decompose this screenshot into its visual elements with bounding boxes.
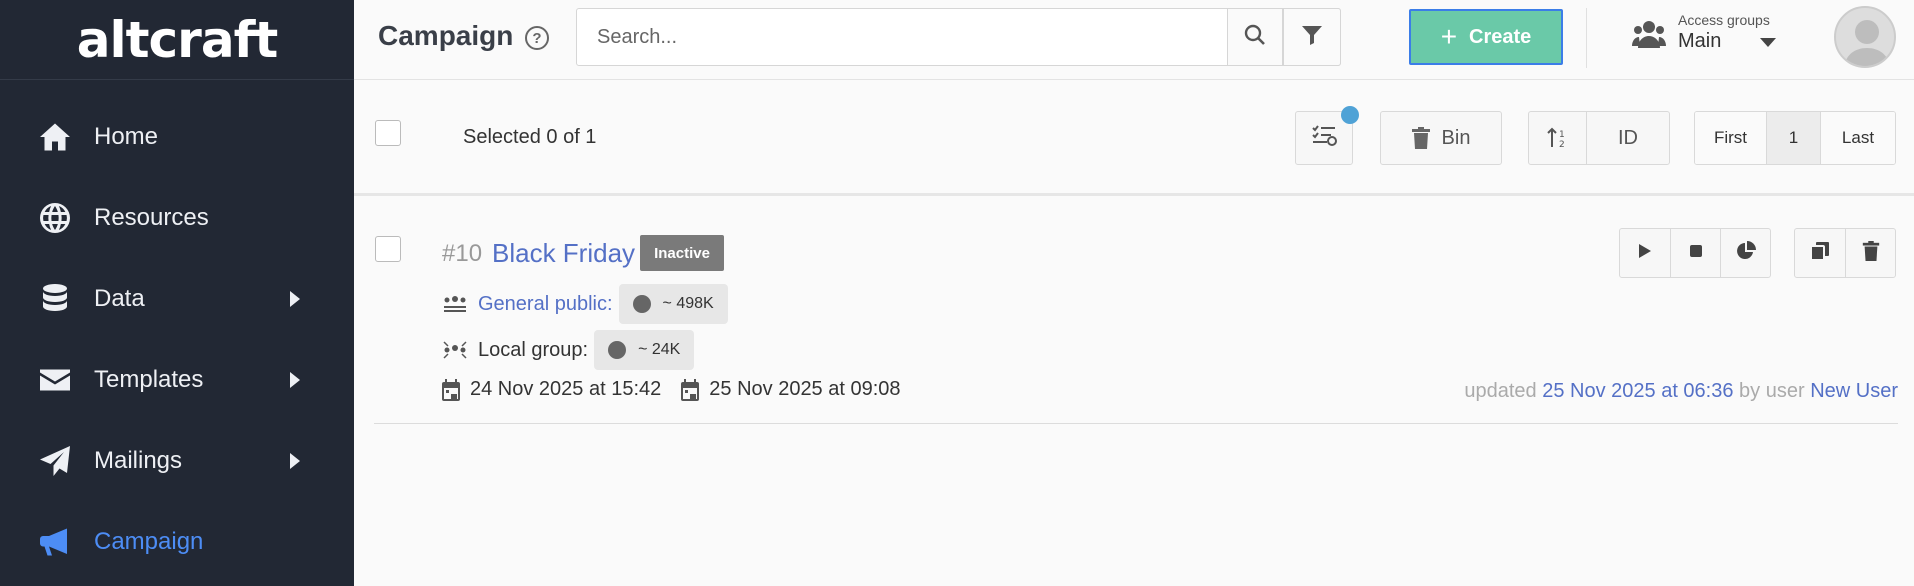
row-checkbox[interactable] (375, 236, 401, 262)
select-all-checkbox[interactable] (375, 120, 401, 146)
sort-control[interactable]: 12 ID (1528, 111, 1670, 165)
sidebar: altcraft Home Resources Data Templates M… (0, 0, 354, 586)
campaign-dates: 24 Nov 2025 at 15:42 25 Nov 2025 at 09:0… (442, 378, 901, 401)
top-header: Campaign ? + Create Access groups Main (354, 0, 1914, 80)
page-title: Campaign (378, 20, 514, 51)
sidebar-item-home[interactable]: Home (0, 96, 354, 177)
access-groups-select[interactable]: Access groups Main (1632, 10, 1782, 68)
pager-page-button[interactable]: 1 (1767, 112, 1821, 164)
pagination: First 1 Last (1694, 111, 1896, 165)
access-groups-caption: Access groups (1678, 12, 1770, 28)
sort-field-label: ID (1618, 126, 1638, 149)
row-actions (1794, 228, 1896, 278)
general-public-count: ~ 498K (618, 284, 728, 324)
filter-icon (1301, 24, 1323, 51)
pie-chart-icon (1736, 240, 1756, 266)
access-groups-value: Main (1678, 30, 1722, 52)
play-icon (1638, 243, 1652, 264)
pager-last-button[interactable]: Last (1821, 112, 1895, 164)
campaign-name-link[interactable]: Black Friday (492, 238, 635, 269)
audience-icon (442, 294, 470, 314)
envelope-icon (36, 361, 74, 399)
sidebar-item-label: Mailings (94, 446, 183, 474)
copy-icon (1810, 241, 1830, 266)
stop-button[interactable] (1670, 229, 1720, 277)
updated-by-text: by user (1739, 380, 1805, 402)
trash-icon (1411, 127, 1430, 149)
stop-icon (1689, 244, 1703, 263)
sidebar-item-label: Campaign (94, 527, 204, 555)
megaphone-icon (36, 523, 74, 561)
users-icon (1632, 20, 1666, 53)
sidebar-item-resources[interactable]: Resources (0, 177, 354, 258)
local-group-line: Local group: ~ 24K (442, 330, 695, 370)
search-button[interactable] (1227, 8, 1283, 66)
search-icon (1244, 24, 1266, 51)
calendar-start-icon (442, 378, 460, 401)
sidebar-item-templates[interactable]: Templates (0, 339, 354, 420)
trash-icon (1862, 240, 1880, 266)
local-count-value: ~ 24K (638, 341, 681, 358)
status-badge: Inactive (640, 235, 724, 271)
sidebar-item-label: Home (94, 122, 159, 150)
brand-logo[interactable]: altcraft (0, 0, 354, 80)
svg-text:2: 2 (1559, 140, 1565, 149)
paper-plane-icon (36, 442, 74, 480)
bin-label: Bin (1441, 126, 1471, 149)
globe-icon (36, 199, 74, 237)
campaign-row: #10 Black Friday Inactive General public… (374, 196, 1898, 424)
sidebar-nav: Home Resources Data Templates Mailings C… (0, 96, 354, 582)
create-label: Create (1469, 25, 1532, 48)
run-controls (1619, 228, 1771, 278)
database-icon (36, 280, 74, 318)
chevron-right-icon (290, 290, 300, 307)
home-icon (36, 118, 74, 156)
selected-count: Selected 0 of 1 (463, 126, 597, 148)
list-toolbar: Selected 0 of 1 Bin 12 ID First 1 Last (354, 80, 1914, 196)
task-list-icon (1311, 124, 1337, 152)
general-public-link[interactable]: General public: (478, 293, 613, 316)
general-count-value: ~ 498K (662, 295, 714, 312)
play-button[interactable] (1620, 229, 1670, 277)
plus-icon: + (1440, 21, 1458, 52)
search-input[interactable] (577, 9, 1257, 65)
sidebar-item-data[interactable]: Data (0, 258, 354, 339)
svg-text:1: 1 (1559, 130, 1565, 140)
sort-icon: 12 (1529, 112, 1587, 164)
local-group-count: ~ 24K (594, 330, 695, 370)
sidebar-item-mailings[interactable]: Mailings (0, 420, 354, 501)
help-icon[interactable]: ? (525, 26, 549, 50)
user-circle-icon (632, 295, 651, 313)
bin-button[interactable]: Bin (1380, 111, 1502, 165)
campaign-id: #10 (442, 240, 483, 267)
header-divider (1586, 8, 1587, 68)
copy-button[interactable] (1795, 229, 1845, 277)
general-public-line: General public: ~ 498K (442, 284, 728, 324)
start-date: 24 Nov 2025 at 15:42 (470, 378, 662, 400)
updated-user-link[interactable]: New User (1810, 380, 1898, 402)
sidebar-item-campaign[interactable]: Campaign (0, 501, 354, 582)
local-group-label: Local group: (478, 338, 589, 361)
logo-text: altcraft (76, 10, 278, 69)
notification-dot (1341, 106, 1359, 124)
sidebar-item-label: Templates (94, 365, 204, 393)
pager-first-button[interactable]: First (1695, 112, 1767, 164)
avatar[interactable] (1834, 6, 1896, 68)
updated-date-link[interactable]: 25 Nov 2025 at 06:36 (1542, 380, 1733, 402)
sidebar-item-label: Data (94, 284, 145, 312)
chevron-right-icon (290, 452, 300, 469)
create-button[interactable]: + Create (1409, 9, 1563, 65)
chevron-down-icon (1760, 38, 1776, 47)
local-group-icon (442, 340, 470, 360)
sidebar-item-label: Resources (94, 203, 209, 231)
calendar-end-icon (681, 378, 700, 401)
updated-info: updated 25 Nov 2025 at 06:36 by user New… (1464, 380, 1898, 403)
end-date: 25 Nov 2025 at 09:08 (709, 378, 901, 400)
filter-button[interactable] (1283, 8, 1341, 66)
updated-prefix: updated (1464, 380, 1537, 402)
user-circle-icon (608, 341, 627, 359)
chevron-right-icon (290, 371, 300, 388)
stats-button[interactable] (1720, 229, 1770, 277)
delete-button[interactable] (1845, 229, 1895, 277)
